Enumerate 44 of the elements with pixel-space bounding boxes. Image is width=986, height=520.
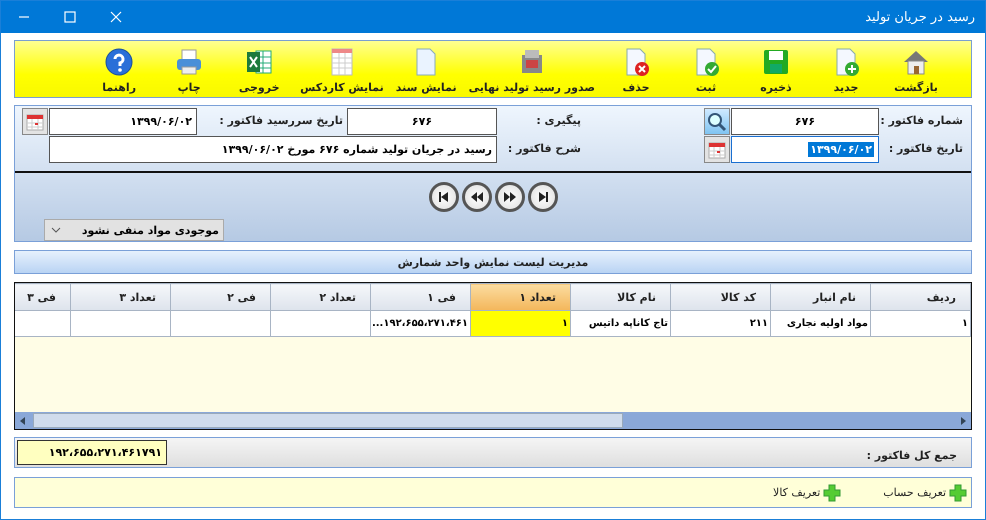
column-header[interactable]: تعداد ۲ xyxy=(270,284,370,310)
toolbar-button[interactable]: جدید xyxy=(813,41,879,97)
list-header-title: مدیریت لیست نمایش واحد شمارش xyxy=(398,256,588,268)
field-label: تاریخ سررسید فاکتور : xyxy=(218,113,344,129)
toolbar-button[interactable]: نمایش کاردکس xyxy=(296,41,388,97)
field-label: شماره فاکتور : xyxy=(879,113,964,129)
window-title: رسید در جریان تولید xyxy=(864,10,975,24)
table-cell: ۱۹۲،۶۵۵،۲۷۱،۴۶۱... xyxy=(370,310,470,336)
stock-dropdown[interactable]: موجودی مواد منفی نشود xyxy=(44,219,224,241)
field-label: پیگیری : xyxy=(535,113,582,129)
toolbar-button[interactable]: صدور رسید تولید نهایی xyxy=(464,41,599,97)
description-field[interactable]: رسید در جریان تولید شماره ۶۷۶ مورخ ۱۳۹۹/۰۶/۰۲ xyxy=(49,136,497,163)
table-cell: تاج کاناپه داتیس xyxy=(570,310,670,336)
invoice-number-field[interactable]: ۶۷۶ xyxy=(731,108,879,135)
invoice-date-field[interactable]: ۱۳۹۹/۰۶/۰۲ xyxy=(731,136,879,163)
tracking-field[interactable]: ۶۷۶ xyxy=(347,108,497,135)
field-label: شرح فاکتور : xyxy=(506,141,582,157)
column-header[interactable]: فی ۳ xyxy=(15,284,70,310)
field-label: تاریخ فاکتور : xyxy=(888,141,964,157)
toolbar-button[interactable]: نمایش سند xyxy=(392,41,461,97)
column-header[interactable]: تعداد ۳ xyxy=(70,284,170,310)
column-header[interactable]: ردیف xyxy=(870,284,970,310)
column-header[interactable]: تعداد ۱ xyxy=(470,284,570,310)
toolbar-button[interactable]: حذف xyxy=(603,41,669,97)
column-header[interactable]: فی ۱ xyxy=(370,284,470,310)
table-cell: ۱ xyxy=(870,310,970,336)
column-header[interactable]: فی ۲ xyxy=(170,284,270,310)
table-cell: ۲۱۱ xyxy=(670,310,770,336)
toolbar-button[interactable]: ثبت xyxy=(673,41,739,97)
table-cell: مواد اولیه نجاری xyxy=(770,310,870,336)
table-cell: ۱ xyxy=(470,310,570,336)
column-header[interactable]: نام کالا xyxy=(570,284,670,310)
quick-link[interactable]: تعریف کالا xyxy=(773,484,842,502)
toolbar-button[interactable]: بازگشت xyxy=(883,41,949,97)
toolbar-button[interactable]: راهنما xyxy=(86,41,152,97)
toolbar-button[interactable]: خروجی xyxy=(226,41,292,97)
column-header[interactable]: کد کالا xyxy=(670,284,770,310)
due-date-field[interactable]: ۱۳۹۹/۰۶/۰۲ xyxy=(49,108,197,135)
total-label: جمع کل فاکتور : xyxy=(866,448,958,462)
quick-link[interactable]: تعریف حساب xyxy=(883,484,967,502)
total-field: ۱۹۲،۶۵۵،۲۷۱،۴۶۱۷۹۱ xyxy=(17,440,167,465)
toolbar-button[interactable]: ذخیره xyxy=(743,41,809,97)
toolbar-button[interactable]: چاپ xyxy=(156,41,222,97)
column-header[interactable]: نام انبار xyxy=(770,284,870,310)
